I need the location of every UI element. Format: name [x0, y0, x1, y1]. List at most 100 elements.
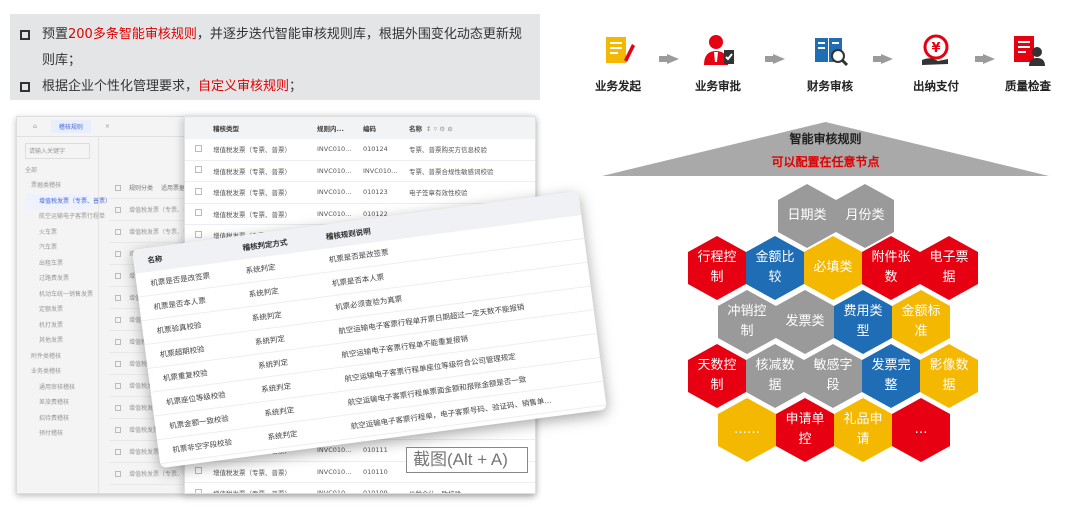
rule-type-label: 天数控制	[697, 358, 737, 393]
tree-item[interactable]: 其他发票	[25, 333, 90, 349]
sort-filter-icon[interactable]: ↕ ▿ ⚙ ⊙	[426, 125, 453, 133]
bullet-square-icon	[20, 82, 30, 92]
process-flow: 业务发起 业务审批 财务审核 ¥ 出纳支付 质量检查	[583, 32, 1063, 96]
yen-hand-icon: ¥	[922, 34, 949, 65]
rule-type-hex: 冲销控制	[718, 290, 776, 354]
row-select[interactable]	[185, 166, 213, 175]
flow-step-initiate: 业务发起	[583, 32, 653, 94]
row-select[interactable]	[185, 144, 213, 154]
table-row[interactable]: 增值税发票（专票、普票） INVC010... INVC010... 专票、普票合规性…	[185, 161, 535, 182]
book-search-icon	[815, 38, 849, 67]
col-code[interactable]: 编码	[363, 123, 409, 133]
rule-type-hex: 附件张数	[862, 236, 920, 300]
rule-type-label: 日期类	[787, 208, 827, 223]
col-audit-type[interactable]: 稽核类型	[213, 123, 317, 133]
tree-item[interactable]: 票据类稽核	[25, 178, 90, 194]
rule-type-hex: 日期类	[778, 184, 836, 248]
row-checkbox[interactable]	[115, 404, 121, 411]
intro-bullet-2: 根据企业个性化管理要求，自定义审核规则；	[20, 74, 530, 100]
tree-item[interactable]: 出租车票	[25, 256, 90, 272]
row-select[interactable]	[185, 230, 213, 240]
highlight-custom-rule: 自定义审核规则	[198, 79, 290, 94]
col-name[interactable]: 名称 ↕ ▿ ⚙ ⊙	[409, 123, 529, 133]
table-row[interactable]: 增值税发票（专票、普票） INVC010... 010124 专票、普票购买方信息校验	[185, 139, 535, 161]
row-checkbox[interactable]	[195, 209, 202, 217]
tree-item[interactable]: 全部	[25, 163, 90, 179]
tree-item[interactable]: 航空运输电子客票行程单	[25, 209, 105, 225]
tree-item[interactable]: 机打发票	[25, 318, 90, 334]
tree-item[interactable]: 预付稽核	[25, 426, 90, 442]
report-user-icon	[1014, 36, 1045, 66]
flow-step-finance: 财务审核	[795, 32, 865, 94]
rule-type-label: 金额标准	[901, 304, 941, 339]
row-checkbox[interactable]	[115, 228, 121, 235]
rule-type-label: 发票类	[785, 314, 825, 329]
table-row[interactable]: 增值税发票（专票、普票）INVC010... 010109 价税合计一致校验	[185, 483, 535, 493]
tree-item[interactable]: 招待费稽核	[25, 411, 90, 427]
tree-item[interactable]: 过路费发票	[25, 271, 90, 287]
table-row[interactable]: 增值税发票（专票、普票） INVC010... 010123 电子签章有效性校验	[185, 182, 535, 204]
rule-type-hex: 行程控制	[688, 236, 746, 300]
row-checkbox[interactable]	[115, 206, 121, 213]
select-all-checkbox[interactable]	[115, 184, 121, 191]
flow-step-quality: 质量检查	[993, 32, 1063, 94]
tree-item[interactable]: 定额发票	[25, 302, 90, 318]
row-checkbox[interactable]	[195, 144, 202, 152]
row-select[interactable]	[185, 467, 213, 476]
row-checkbox[interactable]	[195, 166, 202, 174]
document-pen-icon	[606, 37, 635, 63]
rule-type-hex: 发票完整	[862, 344, 920, 408]
row-checkbox[interactable]	[195, 230, 202, 238]
col-rule-inner[interactable]: 规则内...	[317, 123, 363, 133]
search-input[interactable]: 请输入关键字	[25, 143, 90, 159]
row-checkbox[interactable]	[115, 382, 121, 389]
row-select[interactable]	[185, 488, 213, 493]
rule-type-label: ……	[734, 422, 760, 437]
row-checkbox[interactable]	[115, 272, 121, 279]
home-icon[interactable]: ⌂	[33, 123, 37, 130]
row-checkbox[interactable]	[115, 448, 121, 455]
row-checkbox[interactable]	[115, 426, 121, 433]
row-checkbox[interactable]	[195, 488, 202, 493]
banner-title: 智能审核规则	[789, 132, 862, 146]
rule-type-hex: …	[892, 398, 950, 462]
row-cell: INVC010...	[317, 209, 352, 218]
tree-item[interactable]: 机动车统一销售发票	[25, 287, 93, 303]
highlight-rule-count: 200多条智能审核规则	[68, 27, 197, 42]
row-checkbox[interactable]	[115, 470, 121, 477]
row-checkbox[interactable]	[115, 294, 121, 301]
row-cell: 增值税发票（专票、普票）	[213, 488, 317, 493]
close-icon[interactable]: ×	[105, 123, 110, 130]
tab-audit-rules[interactable]: 稽核规则	[50, 120, 91, 133]
row-select[interactable]	[185, 209, 213, 218]
rule-type-hex: 必填类	[804, 236, 862, 300]
rule-type-label: 必填类	[813, 260, 853, 275]
rule-type-label: 敏感字段	[813, 358, 853, 393]
tree-item[interactable]: 通用审核稽核	[25, 380, 90, 396]
row-cell: INVC010...	[317, 145, 352, 154]
row-checkbox[interactable]	[115, 316, 121, 323]
row-checkbox[interactable]	[115, 338, 121, 345]
rule-type-label: 金额比较	[755, 250, 795, 285]
grid-header-cell: 规则分类	[129, 185, 154, 192]
rules-table-header: 稽核类型 规则内... 编码 名称 ↕ ▿ ⚙ ⊙	[185, 117, 535, 139]
rule-type-label: 附件张数	[871, 250, 911, 285]
rule-type-hex: 金额比较	[746, 236, 804, 300]
tree-item[interactable]: 差旅费稽核	[25, 395, 90, 411]
rule-type-hex: 核减数据	[746, 344, 804, 408]
row-checkbox[interactable]	[195, 467, 202, 475]
row-cell: INVC010...	[363, 166, 398, 175]
flow-step-approve: 业务审批	[683, 32, 753, 94]
row-select[interactable]	[185, 187, 213, 197]
tree-item[interactable]: 附件类稽核	[25, 349, 90, 365]
flow-step-label: 业务发起	[595, 79, 641, 93]
tree-item[interactable]: 业务类稽核	[25, 364, 90, 380]
tree-item[interactable]: 汽车票	[25, 240, 90, 256]
row-checkbox[interactable]	[195, 187, 202, 195]
rule-type-hex: 礼品申请	[834, 398, 892, 462]
tree-item[interactable]: 火车票	[25, 225, 90, 241]
row-checkbox[interactable]	[115, 250, 121, 257]
tree-item[interactable]: 增值税发票（专票、普票）	[25, 193, 111, 209]
row-cell: 增值税发票（专票、普票）	[213, 146, 291, 155]
row-checkbox[interactable]	[115, 360, 121, 367]
